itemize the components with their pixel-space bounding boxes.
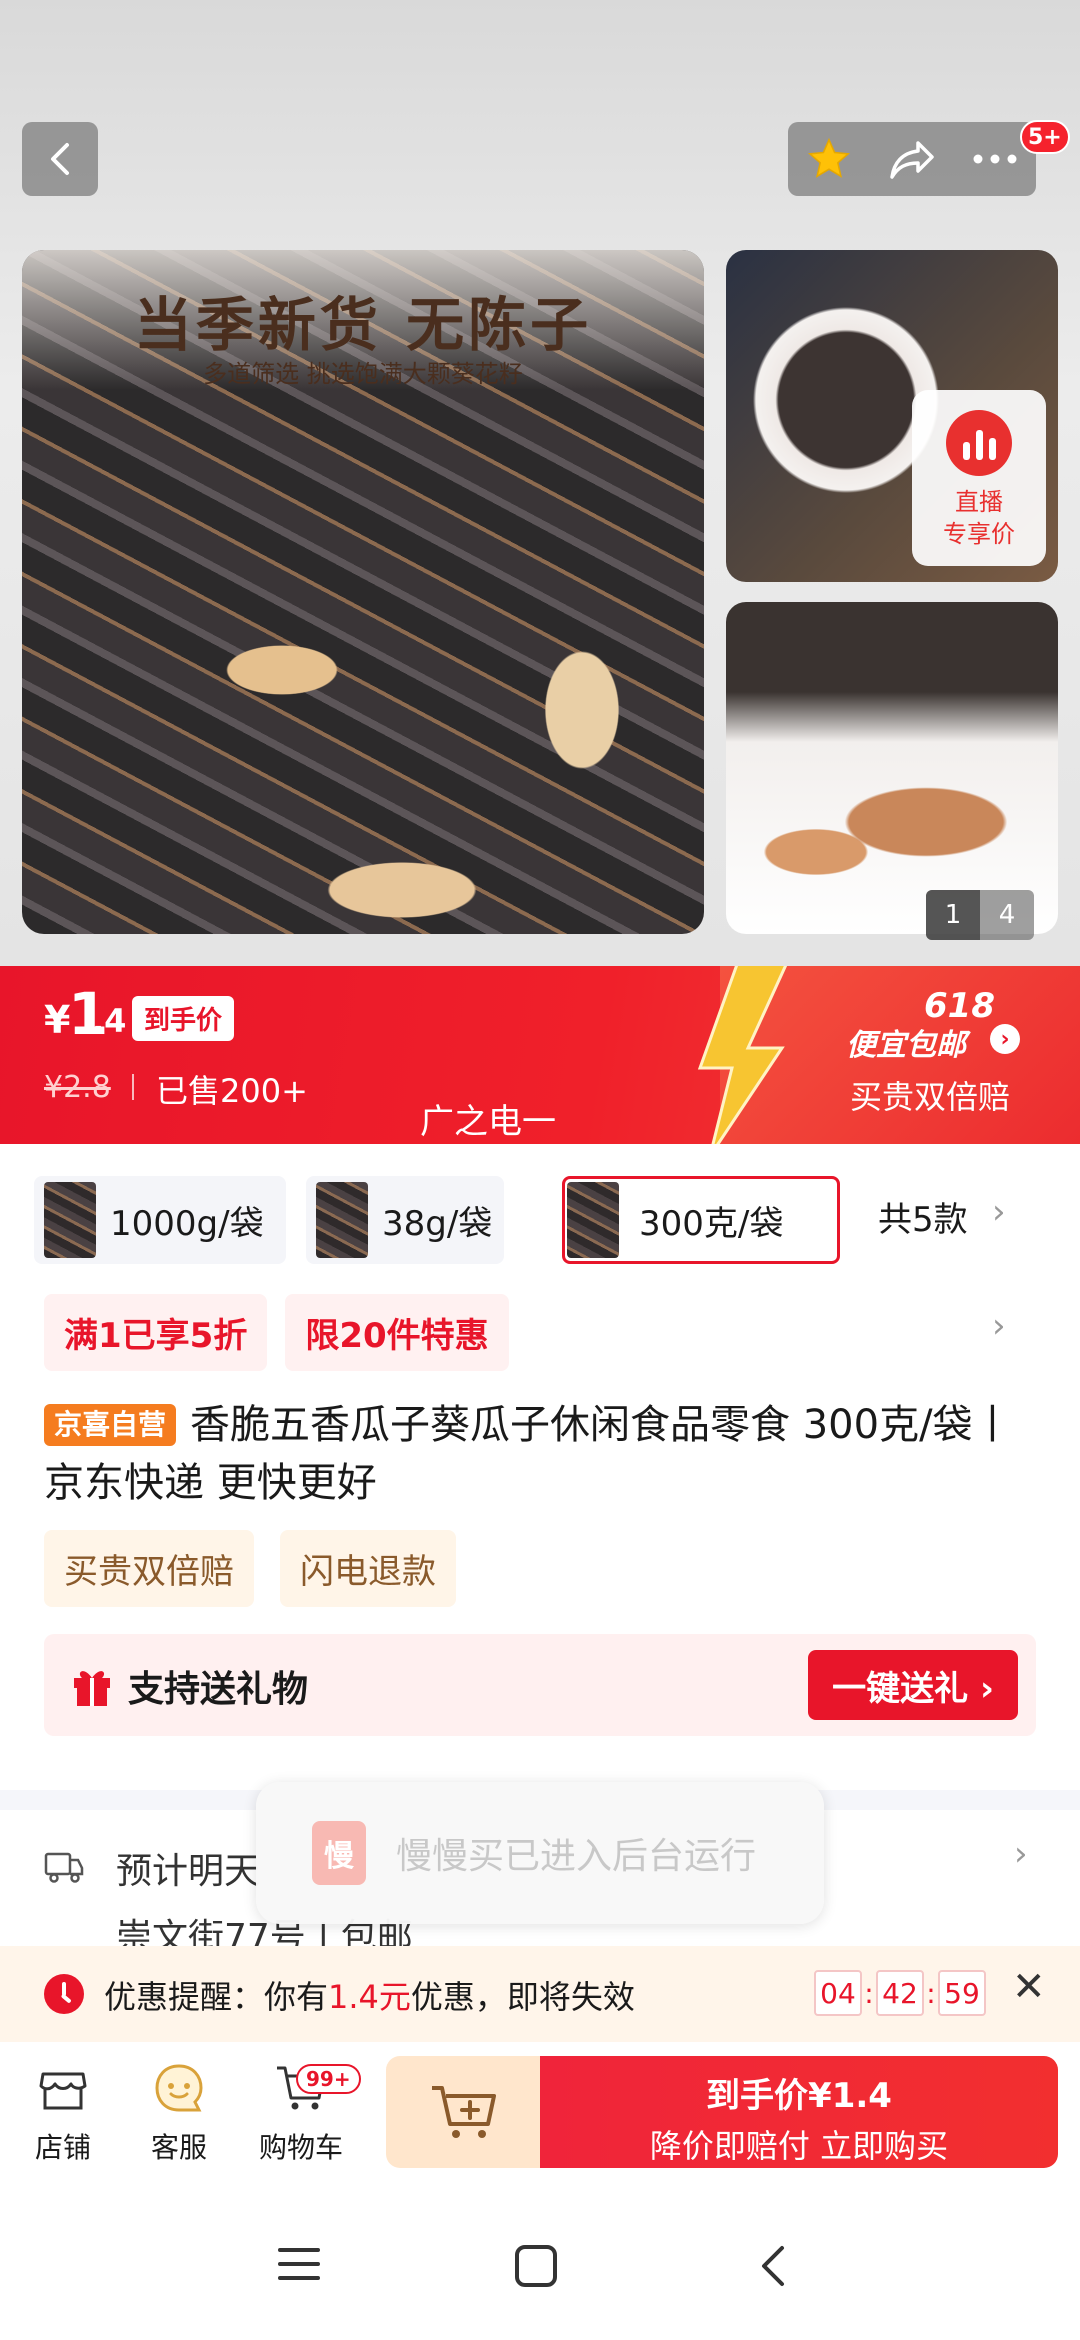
- delivery-truck-icon: [44, 1852, 84, 1883]
- toast-message: 慢慢买已进入后台运行: [396, 1836, 757, 1877]
- buy-price-label: 到手价¥1.4: [706, 2076, 892, 2116]
- send-gift-button[interactable]: 一键送礼 ›: [808, 1650, 1018, 1720]
- variant-thumbnail: [316, 1182, 368, 1258]
- chevron-right-icon[interactable]: ›: [992, 1192, 1006, 1232]
- more-icon[interactable]: [972, 153, 1018, 165]
- variant-selector: 1000g/袋 38g/袋 300克/袋 共5款 ›: [0, 1176, 1080, 1264]
- menu-icon[interactable]: [278, 2246, 320, 2282]
- service-chip[interactable]: 买贵双倍赔: [44, 1530, 254, 1607]
- clock-icon: [44, 1974, 84, 2014]
- variant-option[interactable]: 1000g/袋: [34, 1176, 286, 1264]
- price-currency: ¥: [44, 998, 71, 1042]
- variant-label: 300克/袋: [639, 1203, 784, 1244]
- gift-bar: 支持送礼物 一键送礼 ›: [44, 1634, 1036, 1736]
- variant-option[interactable]: 38g/袋: [306, 1176, 504, 1264]
- customer-service-icon: [155, 2064, 203, 2112]
- cart-count-badge: 99+: [296, 2064, 361, 2094]
- customer-service-button[interactable]: 客服: [124, 2060, 234, 2166]
- timer-minutes: 42: [876, 1970, 924, 2016]
- timer-hours: 04: [814, 1970, 862, 2016]
- service-chip[interactable]: 闪电退款: [280, 1530, 456, 1607]
- page-total: 4: [998, 900, 1016, 930]
- main-product-image[interactable]: 当季新货 无陈子 多道筛选 挑选饱满大颗葵花籽: [22, 250, 704, 934]
- coupon-reminder-text: 优惠提醒：你有1.4元优惠，即将失效: [104, 1978, 635, 2016]
- gift-label: 支持送礼物: [128, 1669, 309, 1710]
- live-price-tag[interactable]: 直播 专享价: [912, 390, 1046, 566]
- self-operated-badge: 京喜自营: [44, 1404, 177, 1446]
- price-decimal: .4: [92, 1002, 127, 1040]
- image-page-indicator: 1 4: [926, 890, 1034, 940]
- buy-subtitle: 降价即赔付 立即购买: [649, 2127, 949, 2165]
- product-thumbnail-2[interactable]: [726, 602, 1058, 934]
- variant-thumbnail: [567, 1182, 619, 1258]
- limited-offer-chip[interactable]: 限20件特惠: [285, 1294, 509, 1371]
- add-to-cart-icon: [432, 2086, 496, 2138]
- page-current: 1: [926, 890, 980, 940]
- variant-option-selected[interactable]: 300克/袋: [562, 1176, 840, 1264]
- gift-icon: [74, 1671, 110, 1706]
- share-icon[interactable]: [888, 137, 936, 181]
- home-icon[interactable]: [514, 2244, 558, 2288]
- promo-arrow-icon[interactable]: ›: [990, 1024, 1020, 1054]
- bottom-action-bar: 店铺 客服 购物车 99+ 到手价¥1.4 降价即赔付 立即购买: [0, 2042, 1080, 2190]
- lightning-bolt-icon: [697, 966, 788, 1144]
- live-bars-icon: [946, 410, 1012, 476]
- notification-badge: 5+: [1020, 120, 1070, 154]
- price-guarantee: 买贵双倍赔: [850, 1078, 1011, 1116]
- delivery-estimate: 预计明天: [116, 1851, 261, 1892]
- price-divider: [132, 1074, 134, 1100]
- close-icon[interactable]: ✕: [1012, 1964, 1046, 2010]
- live-tag-text: 直播 专享价: [943, 488, 1015, 548]
- chevron-right-icon[interactable]: ›: [992, 1306, 1006, 1346]
- countdown-timer: 04 : 42 : 59: [814, 1970, 986, 2016]
- original-price: ¥2.8: [44, 1070, 111, 1105]
- store-icon: [39, 2072, 87, 2110]
- app-logo-icon: 慢: [312, 1821, 366, 1885]
- favorite-star-icon[interactable]: [806, 136, 852, 182]
- back-arrow-icon: [51, 143, 69, 175]
- header-actions: [788, 122, 1036, 196]
- discount-chip[interactable]: 满1已享5折: [44, 1294, 268, 1371]
- service-chips: 买贵双倍赔 闪电退款: [44, 1530, 456, 1607]
- free-shipping-promo[interactable]: 便宜包邮: [846, 1020, 966, 1064]
- promotion-chips: 满1已享5折 限20件特惠: [44, 1294, 509, 1371]
- timer-seconds: 59: [938, 1970, 986, 2016]
- product-title-text: 香脆五香瓜子葵瓜子休闲食品零食 300克/袋丨京东快递 更快更好: [44, 1402, 1013, 1506]
- sold-count: 已售200+: [156, 1072, 308, 1110]
- buy-now-button[interactable]: 到手价¥1.4 降价即赔付 立即购买: [540, 2056, 1058, 2168]
- store-button[interactable]: 店铺: [8, 2060, 118, 2166]
- product-title: 京喜自营 香脆五香瓜子葵瓜子休闲食品零食 300克/袋丨京东快递 更快更好: [44, 1396, 1044, 1512]
- variant-label: 38g/袋: [382, 1203, 493, 1244]
- price-banner: ¥ 1 .4 到手价 ¥2.8 已售200+ 广之电一 618 便宜包邮 › 买…: [0, 966, 1080, 1144]
- back-button[interactable]: [22, 122, 98, 196]
- variant-thumbnail: [44, 1182, 96, 1258]
- final-price-tag: 到手价: [132, 996, 235, 1041]
- coupon-reminder-bar[interactable]: 优惠提醒：你有1.4元优惠，即将失效 04 : 42 : 59 ✕: [0, 1946, 1080, 2042]
- image-subheadline: 多道筛选 挑选饱满大颗葵花籽: [203, 360, 523, 388]
- banner-middle-text: 广之电一: [420, 1102, 556, 1142]
- variant-count[interactable]: 共5款: [878, 1192, 968, 1241]
- background-toast: 慢 慢慢买已进入后台运行: [256, 1782, 824, 1924]
- image-headline: 当季新货 无陈子: [133, 291, 593, 359]
- chevron-right-icon[interactable]: ›: [1014, 1834, 1028, 1874]
- variant-label: 1000g/袋: [110, 1203, 264, 1244]
- add-to-cart-button[interactable]: [386, 2056, 542, 2168]
- system-navigation-bar: [0, 2190, 1080, 2340]
- back-icon[interactable]: [758, 2244, 788, 2288]
